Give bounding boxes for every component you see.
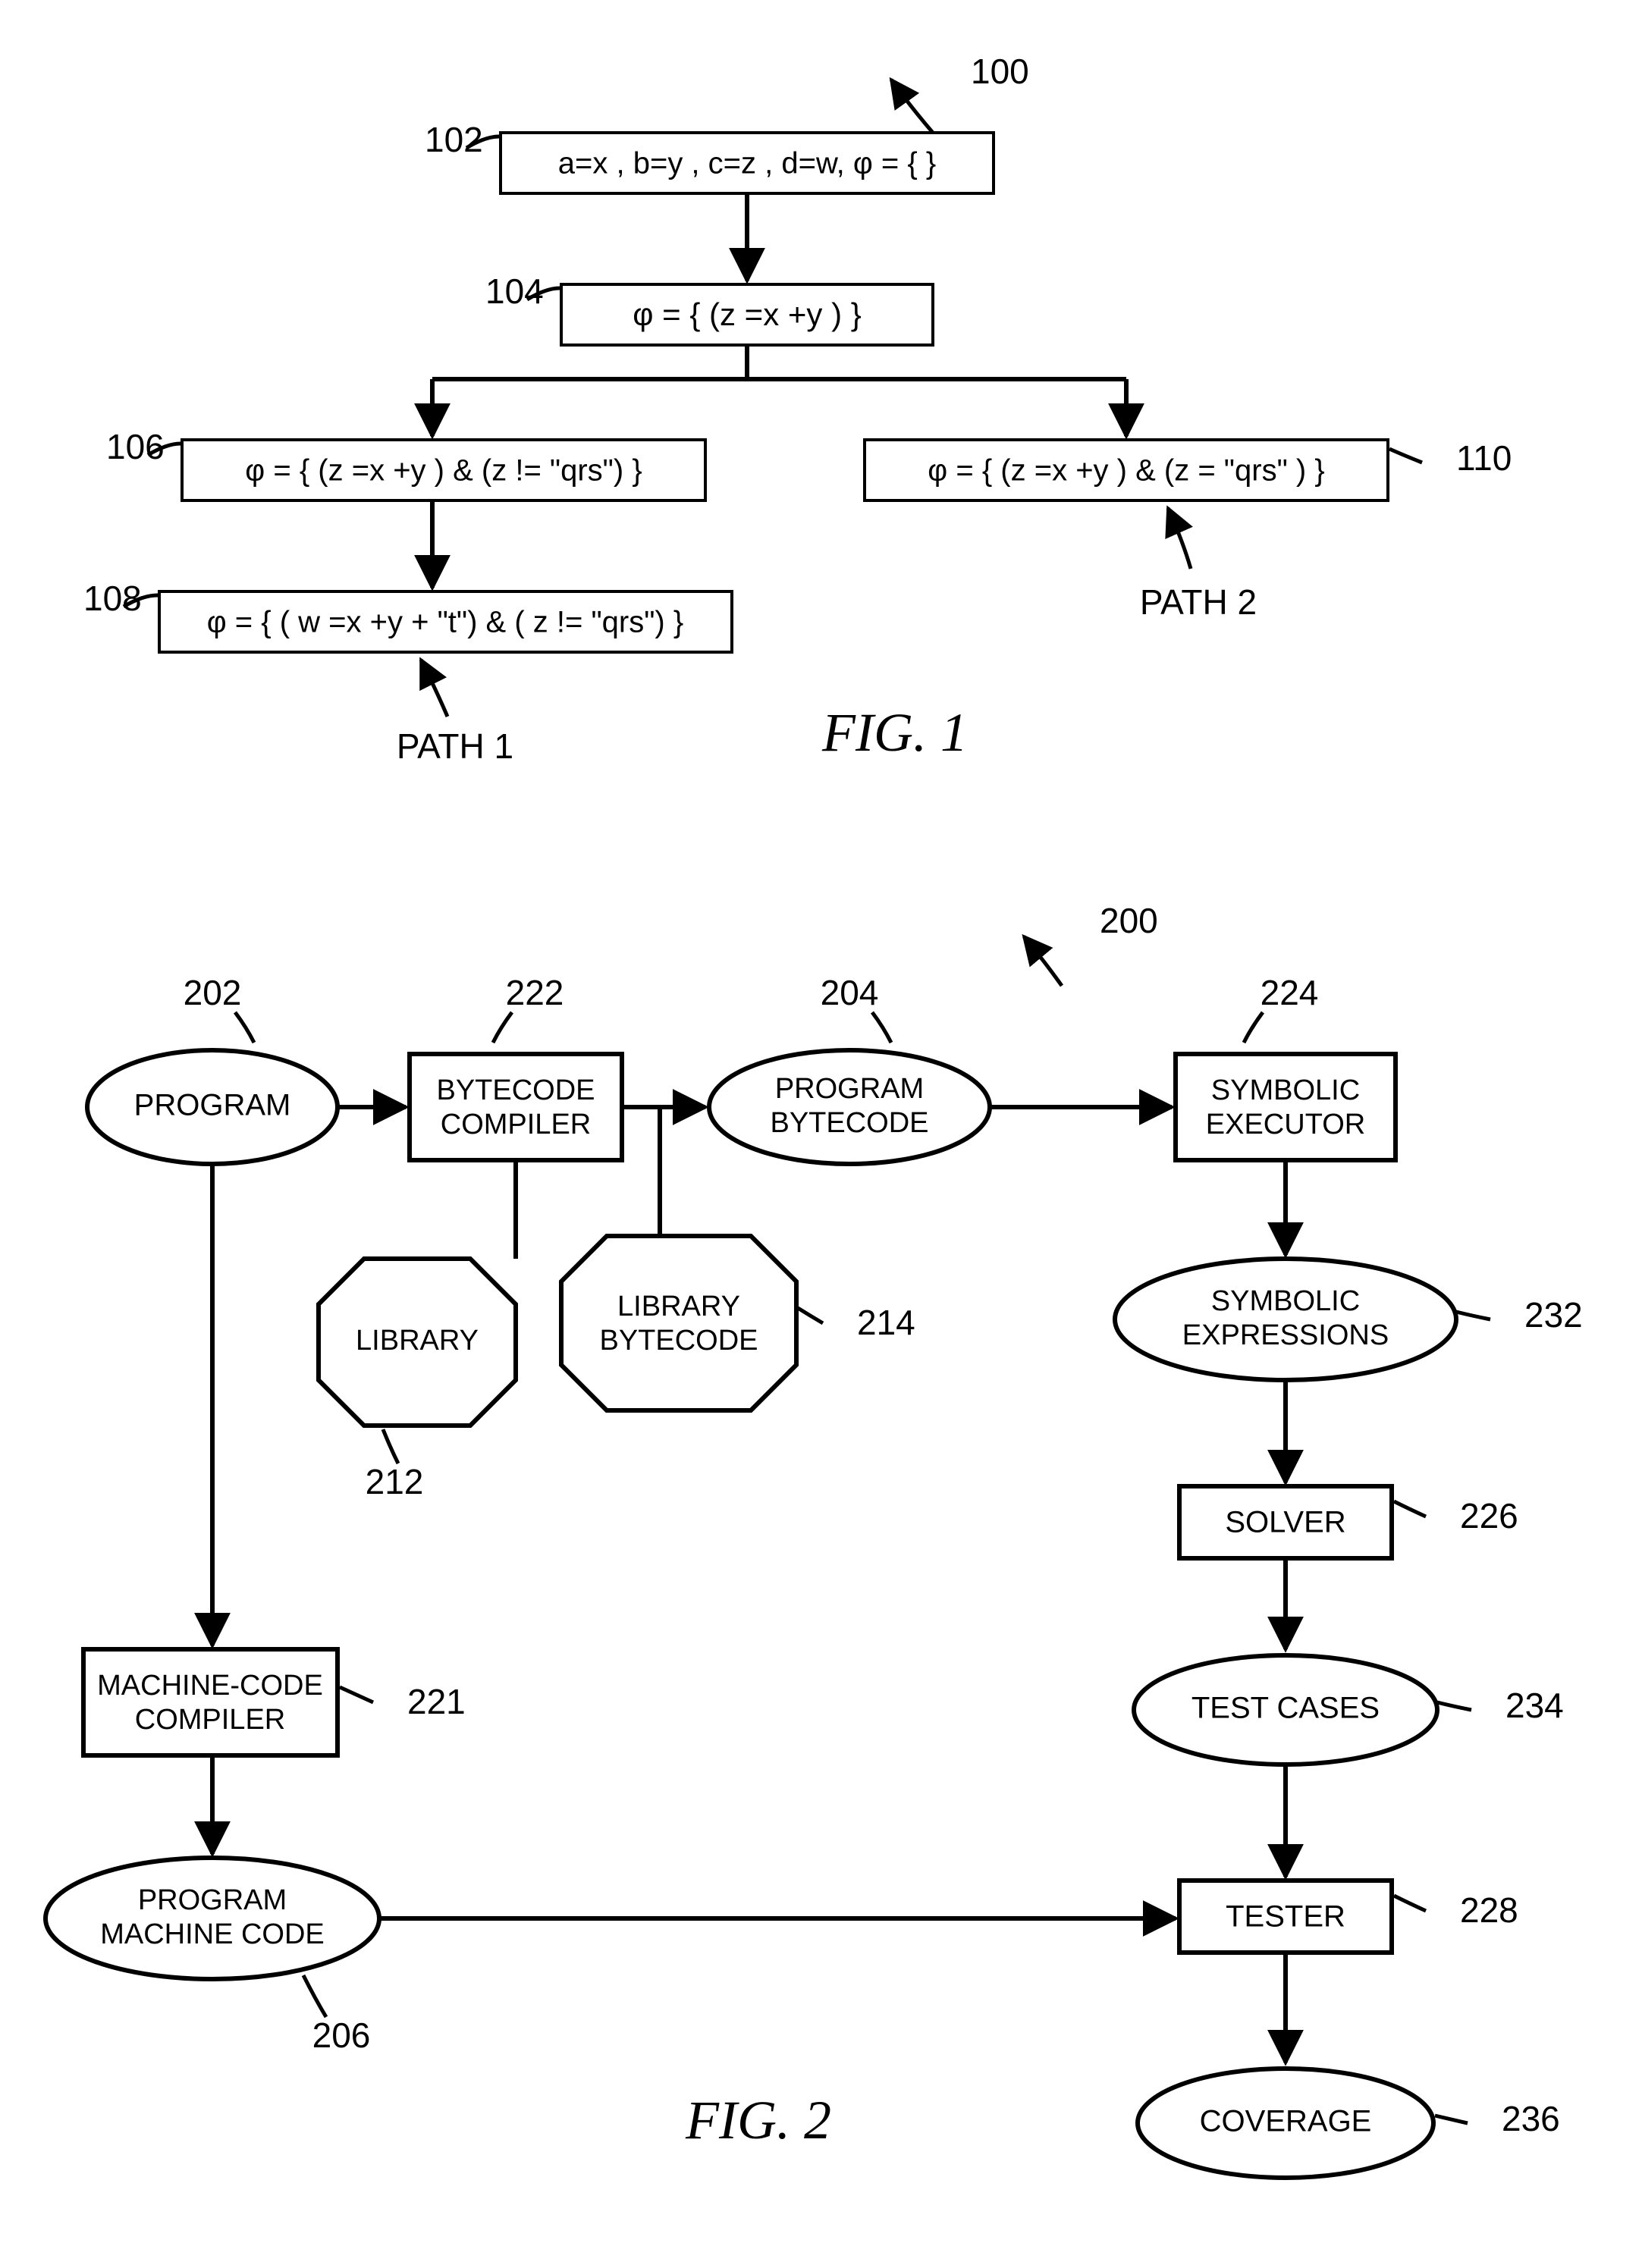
figure-2: 200 202 222 204 224 PROGRAM BYTECODE COM… xyxy=(46,901,1583,2178)
node-program-machine-code: PROGRAM MACHINE CODE xyxy=(46,1858,379,1979)
node-110: φ = { (z =x +y ) & (z = "qrs" ) } 110 xyxy=(865,438,1512,500)
se-l1: SYMBOLIC xyxy=(1211,1074,1360,1106)
node-symbolic-expressions: SYMBOLIC EXPRESSIONS xyxy=(1115,1259,1456,1380)
node-machine-code-compiler: MACHINE-CODE COMPILER xyxy=(83,1649,338,1755)
ref-100: 100 xyxy=(971,52,1029,91)
node-solver: SOLVER xyxy=(1179,1486,1392,1558)
node-symbolic-executor: SYMBOLIC EXECUTOR xyxy=(1176,1054,1396,1160)
leader-228 xyxy=(1394,1896,1426,1911)
node-108-text: φ = { ( w =x +y + "t") & ( z != "qrs") } xyxy=(207,606,683,639)
num-232: 232 xyxy=(1524,1295,1583,1335)
fig2-title: FIG. 2 xyxy=(685,2090,831,2150)
num-110: 110 xyxy=(1456,438,1512,478)
pmc-l2: MACHINE CODE xyxy=(100,1918,325,1950)
num-204: 204 xyxy=(821,973,879,1012)
num-222: 222 xyxy=(506,973,564,1012)
leader-202 xyxy=(235,1012,254,1043)
ref-200-arrow xyxy=(1024,936,1062,986)
num-212: 212 xyxy=(366,1462,424,1501)
node-102: a=x , b=y , c=z , d=w, φ = { } 102 xyxy=(425,120,994,193)
leader-212 xyxy=(383,1429,398,1463)
leader-236 xyxy=(1435,2116,1468,2123)
leader-214 xyxy=(798,1308,823,1323)
leader-221 xyxy=(340,1687,373,1702)
num-108: 108 xyxy=(83,579,142,618)
lb-l2: BYTECODE xyxy=(599,1325,758,1357)
leader-204 xyxy=(872,1012,891,1043)
num-234: 234 xyxy=(1505,1686,1564,1725)
solver-text: SOLVER xyxy=(1225,1506,1345,1539)
pb-l1: PROGRAM xyxy=(775,1073,924,1105)
num-226: 226 xyxy=(1460,1496,1518,1536)
mc-l1: MACHINE-CODE xyxy=(97,1670,323,1702)
node-108: φ = { ( w =x +y + "t") & ( z != "qrs") }… xyxy=(83,579,732,652)
node-coverage: COVERAGE xyxy=(1138,2069,1433,2178)
leader-224 xyxy=(1244,1012,1263,1043)
bc-l1: BYTECODE xyxy=(436,1074,595,1106)
mc-l2: COMPILER xyxy=(135,1704,285,1736)
num-224: 224 xyxy=(1261,973,1319,1012)
path2-label: PATH 2 xyxy=(1140,582,1257,622)
lib-text: LIBRARY xyxy=(356,1325,479,1357)
path1-label: PATH 1 xyxy=(397,726,513,766)
num-206: 206 xyxy=(312,2015,371,2055)
leader-110 xyxy=(1389,449,1422,463)
node-tester: TESTER xyxy=(1179,1881,1392,1953)
num-214: 214 xyxy=(857,1303,915,1342)
tc-text: TEST CASES xyxy=(1191,1692,1380,1725)
node-library-bytecode: LIBRARY BYTECODE xyxy=(561,1236,796,1410)
ref-200: 200 xyxy=(1100,901,1158,940)
node-library: LIBRARY xyxy=(319,1259,516,1426)
leader-226 xyxy=(1394,1501,1426,1517)
ref-100-arrow xyxy=(891,80,933,133)
leader-222 xyxy=(493,1012,512,1043)
num-202: 202 xyxy=(184,973,242,1012)
node-program-bytecode: PROGRAM BYTECODE xyxy=(709,1050,990,1164)
num-221: 221 xyxy=(407,1682,466,1721)
num-228: 228 xyxy=(1460,1890,1518,1930)
node-test-cases: TEST CASES xyxy=(1134,1655,1437,1765)
figure-1: 100 a=x , b=y , c=z , d=w, φ = { } 102 φ… xyxy=(83,52,1512,766)
node-102-text: a=x , b=y , c=z , d=w, φ = { } xyxy=(558,147,936,180)
cov-text: COVERAGE xyxy=(1200,2105,1372,2138)
node-110-text: φ = { (z =x +y ) & (z = "qrs" ) } xyxy=(928,454,1324,488)
num-104: 104 xyxy=(485,271,544,311)
node-106: φ = { (z =x +y ) & (z != "qrs") } 106 xyxy=(106,427,705,500)
bc-l2: COMPILER xyxy=(441,1109,591,1140)
pmc-l1: PROGRAM xyxy=(138,1884,287,1916)
path1-arrow xyxy=(421,660,447,717)
se-l2: EXECUTOR xyxy=(1206,1109,1365,1140)
fig1-title: FIG. 1 xyxy=(821,702,968,763)
num-236: 236 xyxy=(1502,2099,1560,2138)
leader-206 xyxy=(303,1975,326,2017)
sx-l1: SYMBOLIC xyxy=(1211,1285,1360,1317)
path2-arrow xyxy=(1168,508,1191,569)
leader-234 xyxy=(1437,1702,1471,1710)
leader-232 xyxy=(1456,1312,1490,1319)
node-106-text: φ = { (z =x +y ) & (z != "qrs") } xyxy=(245,454,642,488)
num-106: 106 xyxy=(106,427,165,466)
lb-l1: LIBRARY xyxy=(617,1291,740,1322)
node-104: φ = { (z =x +y ) } 104 xyxy=(485,271,933,345)
node-104-text: φ = { (z =x +y ) } xyxy=(633,296,862,332)
pb-l2: BYTECODE xyxy=(770,1107,928,1139)
node-program: PROGRAM xyxy=(87,1050,338,1164)
tester-text: TESTER xyxy=(1226,1900,1345,1934)
num-102: 102 xyxy=(425,120,483,159)
node-bytecode-compiler: BYTECODE COMPILER xyxy=(410,1054,622,1160)
sx-l2: EXPRESSIONS xyxy=(1182,1319,1389,1351)
node-program-text: PROGRAM xyxy=(134,1089,291,1122)
